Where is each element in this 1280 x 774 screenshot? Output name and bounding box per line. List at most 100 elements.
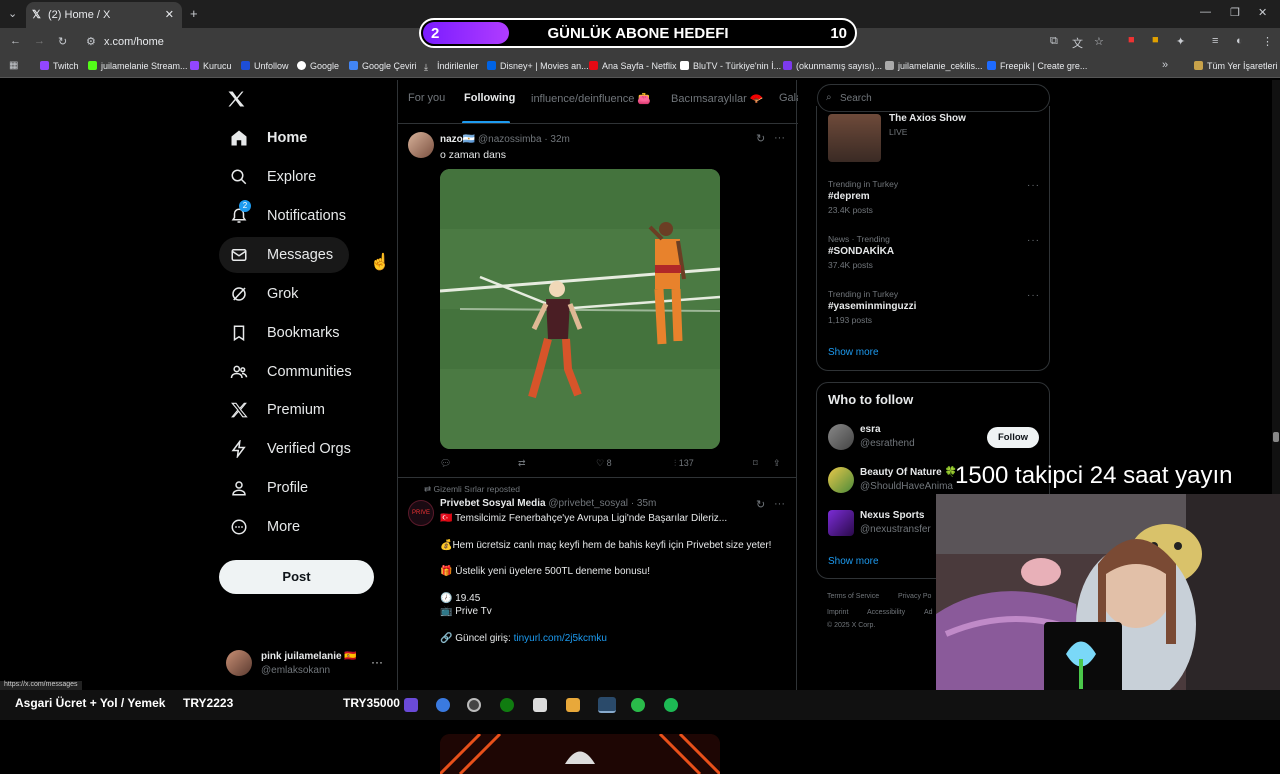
app-icon[interactable] (404, 698, 418, 712)
site-info-icon[interactable]: ⚙ (86, 35, 96, 48)
more-icon[interactable]: ··· (774, 132, 785, 144)
bookmark-item[interactable]: Google (297, 61, 339, 71)
bookmark-item[interactable]: Google Çeviri (349, 61, 417, 71)
extension-icon[interactable]: ■ (1152, 34, 1159, 46)
bookmark-item[interactable]: Freepik | Create gre... (987, 61, 1087, 71)
post-link[interactable]: tinyurl.com/2j5kcmku (514, 633, 607, 644)
minimize-icon[interactable]: — (1200, 6, 1211, 18)
post-handle[interactable]: @privebet_sosyal (548, 498, 628, 509)
post-time[interactable]: · 32m (544, 134, 570, 145)
tab-list[interactable]: influence/deinfluence 👛 (531, 92, 651, 105)
post-image[interactable] (440, 734, 720, 774)
profile-icon[interactable]: ◐ (1236, 35, 1243, 47)
extension-icon[interactable]: ■ (1128, 34, 1135, 46)
x-logo-icon[interactable] (226, 89, 246, 109)
nav-premium[interactable]: Premium (219, 392, 341, 428)
post-video[interactable] (440, 169, 720, 449)
spotify-icon[interactable] (664, 698, 678, 712)
folder-icon[interactable] (566, 698, 580, 712)
footer-link[interactable]: Terms of Service (827, 593, 879, 600)
trend-item[interactable]: News · Trending #SONDAKİKA 37.4K posts (828, 234, 894, 270)
post-author[interactable]: Privebet Sosyal Media (440, 498, 546, 509)
live-title[interactable]: The Axios Show (889, 113, 966, 124)
nav-communities[interactable]: Communities (219, 354, 368, 390)
browser-tab[interactable]: 𝕏 (2) Home / X ✕ (26, 2, 182, 28)
obs-icon[interactable] (467, 698, 481, 712)
more-icon[interactable]: ··· (1027, 180, 1040, 191)
more-bookmarks-icon[interactable]: » (1162, 59, 1168, 71)
bookmark-item[interactable]: Disney+ | Movies an... (487, 61, 589, 71)
url-field[interactable]: x.com/home (104, 36, 164, 48)
trend-item[interactable]: Trending in Turkey #deprem 23.4K posts (828, 179, 898, 215)
account-name[interactable]: pink juilamelanie 🇪🇸 (261, 651, 357, 662)
bookmark-item[interactable]: BluTV - Türkiye'nin İ... (680, 61, 781, 71)
bookmark-item[interactable]: ⤓ İndirilenler (424, 61, 479, 72)
extensions-puzzle-icon[interactable]: ✦ (1176, 35, 1185, 48)
tab-for-you[interactable]: For you (408, 92, 445, 104)
post[interactable]: nazo🇦🇷 @nazossimba · 32m ↻ ··· o zaman d… (398, 124, 796, 478)
suggestion-name[interactable]: Nexus Sports (860, 510, 924, 521)
tab-search-icon[interactable]: ⌄ (8, 7, 17, 20)
repost-icon[interactable]: ⇄ (518, 458, 526, 469)
restore-icon[interactable]: ❐ (1230, 6, 1240, 19)
bookmark-item[interactable]: Twitch (40, 61, 79, 71)
all-bookmarks-folder[interactable]: Tüm Yer İşaretleri (1194, 61, 1278, 71)
avatar[interactable] (226, 650, 252, 676)
close-tab-icon[interactable]: ✕ (165, 8, 174, 21)
post-author[interactable]: nazo🇦🇷 (440, 134, 475, 145)
close-window-icon[interactable]: ✕ (1258, 6, 1267, 19)
reply-icon[interactable]: 💬︎ (440, 458, 451, 469)
star-icon[interactable]: ☆ (1094, 35, 1104, 48)
install-icon[interactable]: ⧉ (1050, 35, 1058, 48)
follow-button[interactable]: Follow (987, 427, 1039, 448)
views-button[interactable]: ⫶ 137 (674, 458, 694, 469)
media-icon[interactable]: ≡ (1212, 35, 1218, 47)
avatar[interactable] (828, 424, 854, 450)
app-icon[interactable] (436, 698, 450, 712)
tab-list[interactable]: Bacımsaraylılar 🪭 (671, 92, 764, 105)
nav-more[interactable]: More (219, 509, 316, 545)
more-icon[interactable]: ··· (774, 498, 785, 510)
nav-bookmarks[interactable]: Bookmarks (219, 315, 356, 351)
app-icon[interactable] (533, 698, 547, 712)
footer-link[interactable]: Ad (924, 609, 933, 616)
bookmark-item[interactable]: Kurucu (190, 61, 232, 71)
bookmark-item[interactable]: Unfollow (241, 61, 289, 71)
menu-icon[interactable]: ⋮ (1262, 35, 1273, 48)
like-button[interactable]: ♡ 8 (596, 458, 612, 469)
tab-list[interactable]: Gala (779, 92, 798, 104)
nav-grok[interactable]: Grok (219, 276, 314, 312)
app-icon[interactable] (631, 698, 645, 712)
reload-icon[interactable]: ↻ (58, 35, 67, 48)
more-icon[interactable]: ··· (1027, 235, 1040, 246)
avatar[interactable]: PRIVE (408, 500, 434, 526)
translate-icon[interactable]: 文 (1072, 35, 1083, 51)
tab-following[interactable]: Following (464, 92, 515, 104)
avatar[interactable] (828, 510, 854, 536)
bookmark-item[interactable]: (okunmamış sayısı)... (783, 61, 882, 71)
account-menu-icon[interactable]: ··· (371, 655, 383, 669)
new-tab-icon[interactable]: + (190, 6, 198, 21)
more-icon[interactable]: ··· (1027, 290, 1040, 301)
back-icon[interactable]: ← (10, 35, 21, 47)
grok-icon[interactable]: ↻ (756, 498, 765, 511)
footer-link[interactable]: Imprint (827, 609, 848, 616)
scrollbar-thumb[interactable] (1273, 432, 1279, 442)
post[interactable]: ⇄ Gizemli Sırlar reposted PRIVE Privebet… (398, 478, 796, 774)
show-more-link[interactable]: Show more (828, 556, 879, 567)
bookmark-item[interactable]: Ana Sayfa - Netflix (589, 61, 677, 71)
avatar[interactable] (828, 467, 854, 493)
apps-icon[interactable]: ▦ (9, 60, 18, 71)
bookmark-item[interactable]: juilamelanie_cekilis... (885, 61, 983, 71)
live-thumbnail[interactable] (828, 114, 881, 162)
trend-item[interactable]: Trending in Turkey #yaseminminguzzi 1,19… (828, 289, 916, 325)
nav-profile[interactable]: Profile (219, 470, 324, 506)
nav-home[interactable]: Home (219, 120, 323, 156)
nav-explore[interactable]: Explore (219, 159, 332, 195)
avatar[interactable] (408, 132, 434, 158)
footer-link[interactable]: Accessibility (867, 609, 905, 616)
post-handle[interactable]: @nazossimba (478, 134, 542, 145)
footer-link[interactable]: Privacy Po (898, 593, 931, 600)
post-time[interactable]: · 35m (631, 498, 657, 509)
bookmark-icon[interactable]: ⌑ (753, 458, 758, 469)
